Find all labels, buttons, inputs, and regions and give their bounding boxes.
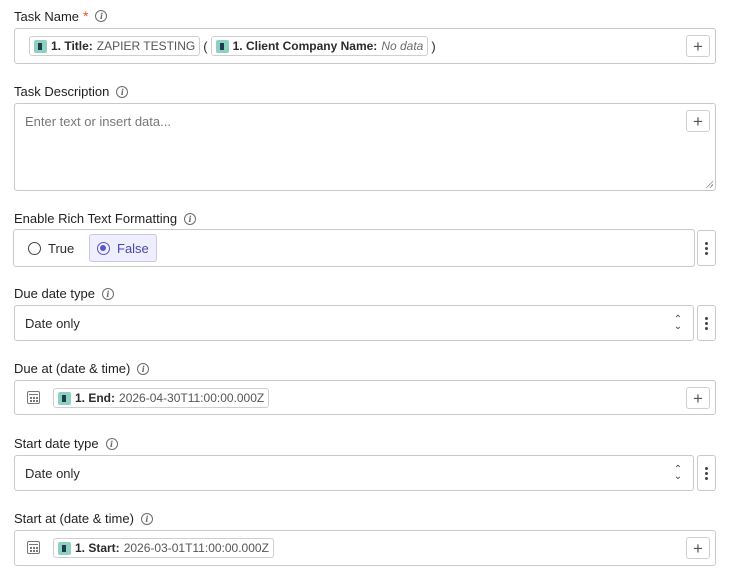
radio-circle-icon	[28, 241, 41, 255]
pill-field-label: 1. End:	[75, 391, 116, 405]
start-at-label-text: Start at (date & time)	[14, 511, 134, 526]
select-chevron-icon: ⌃ ⌄	[673, 314, 683, 332]
start-at-value: 1. Start: 2026-03-01T11:00:00.000Z	[53, 538, 274, 560]
info-icon[interactable]: i	[184, 212, 197, 225]
info-icon[interactable]: i	[140, 512, 153, 525]
data-pill-client-company[interactable]: 1. Client Company Name: No data	[210, 36, 429, 56]
more-options-button[interactable]	[697, 455, 716, 491]
start-date-type-label-text: Start date type	[14, 436, 99, 451]
info-icon[interactable]: i	[95, 10, 108, 22]
insert-data-button[interactable]: +	[686, 537, 710, 559]
due-date-type-label-text: Due date type	[14, 286, 95, 301]
task-description-label-text: Task Description	[14, 84, 110, 99]
plus-icon: +	[693, 538, 703, 558]
pill-field-value: No data	[381, 39, 424, 53]
radio-option-label: True	[48, 240, 75, 256]
task-description-placeholder: Enter text or insert data...	[25, 114, 171, 129]
app-icon	[58, 541, 71, 555]
app-icon	[58, 391, 71, 405]
due-at-label: Due at (date & time) i	[14, 361, 150, 376]
open-paren: (	[203, 38, 208, 54]
plus-icon: +	[693, 36, 703, 56]
insert-data-button[interactable]: +	[686, 110, 710, 132]
more-options-button[interactable]	[697, 230, 716, 266]
data-pill-title[interactable]: 1. Title: ZAPIER TESTING	[29, 36, 201, 56]
info-icon[interactable]: i	[137, 362, 150, 375]
pill-field-label: 1. Title:	[51, 39, 93, 53]
info-icon[interactable]: i	[105, 437, 118, 450]
rich-text-label: Enable Rich Text Formatting i	[14, 211, 197, 226]
due-date-type-value: Date only	[25, 316, 80, 331]
due-at-value: 1. End: 2026-04-30T11:00:00.000Z	[53, 388, 270, 410]
select-chevron-icon: ⌃ ⌄	[673, 464, 683, 482]
due-date-type-select[interactable]: Date only ⌃ ⌄	[14, 305, 694, 341]
required-asterisk: *	[83, 8, 89, 24]
kebab-icon	[705, 316, 708, 330]
task-name-label: Task Name * i	[14, 8, 108, 24]
start-at-label: Start at (date & time) i	[14, 511, 153, 526]
start-date-type-label: Start date type i	[14, 436, 118, 451]
task-name-label-text: Task Name	[14, 8, 80, 24]
pill-field-value: ZAPIER TESTING	[96, 39, 196, 53]
info-icon[interactable]: i	[116, 85, 129, 98]
radio-option-false[interactable]: False	[89, 234, 157, 262]
data-pill-start[interactable]: 1. Start: 2026-03-01T11:00:00.000Z	[53, 538, 274, 558]
start-at-input[interactable]: 1. Start: 2026-03-01T11:00:00.000Z +	[14, 530, 716, 566]
task-description-textarea[interactable]: Enter text or insert data... +	[14, 103, 716, 191]
close-paren: )	[431, 38, 436, 54]
data-pill-end[interactable]: 1. End: 2026-04-30T11:00:00.000Z	[53, 388, 270, 408]
task-name-input[interactable]: 1. Title: ZAPIER TESTING ( 1. Client Com…	[14, 28, 716, 64]
calendar-icon[interactable]	[27, 391, 40, 404]
pill-field-value: 2026-03-01T11:00:00.000Z	[123, 541, 269, 555]
insert-data-button[interactable]: +	[686, 35, 710, 57]
due-at-label-text: Due at (date & time)	[14, 361, 131, 376]
due-at-input[interactable]: 1. End: 2026-04-30T11:00:00.000Z +	[14, 380, 716, 415]
task-name-value: 1. Title: ZAPIER TESTING ( 1. Client Com…	[29, 36, 439, 56]
app-icon	[34, 39, 47, 53]
kebab-icon	[705, 241, 708, 255]
pill-field-label: 1. Start:	[75, 541, 120, 555]
start-date-type-value: Date only	[25, 466, 80, 481]
calendar-icon[interactable]	[27, 541, 40, 554]
radio-option-true[interactable]: True	[21, 234, 81, 262]
radio-option-label: False	[117, 240, 149, 256]
more-options-button[interactable]	[697, 305, 716, 341]
start-date-type-select[interactable]: Date only ⌃ ⌄	[14, 455, 694, 491]
pill-field-label: 1. Client Company Name:	[232, 39, 378, 53]
resize-handle-icon[interactable]	[705, 180, 713, 188]
pill-field-value: 2026-04-30T11:00:00.000Z	[119, 391, 265, 405]
plus-icon: +	[693, 388, 703, 408]
radio-selected-icon	[97, 241, 110, 255]
rich-text-label-text: Enable Rich Text Formatting	[14, 211, 178, 226]
plus-icon: +	[693, 111, 703, 131]
rich-text-radio-group: True False	[13, 229, 695, 267]
due-date-type-label: Due date type i	[14, 286, 114, 301]
kebab-icon	[705, 466, 708, 480]
info-icon[interactable]: i	[101, 287, 114, 300]
insert-data-button[interactable]: +	[686, 387, 710, 409]
task-description-label: Task Description i	[14, 84, 129, 99]
app-icon	[215, 39, 229, 53]
